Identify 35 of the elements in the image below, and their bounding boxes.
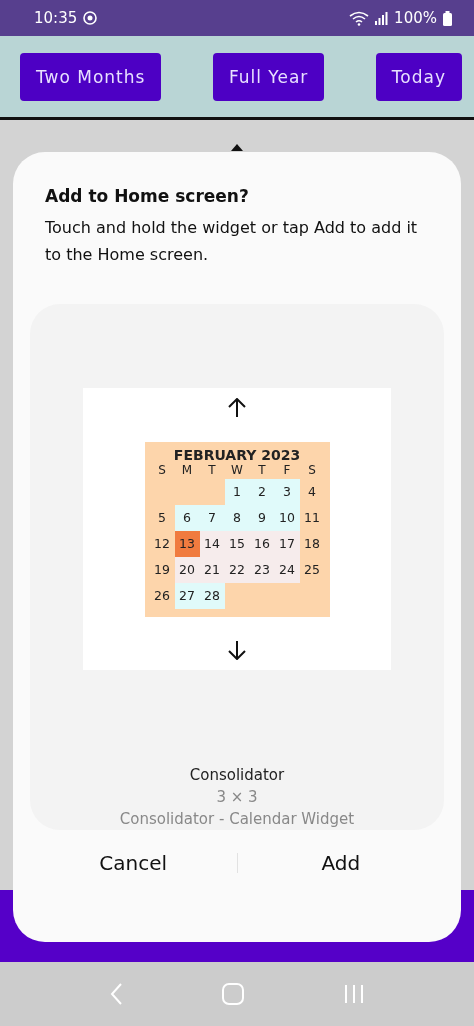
widget-preview[interactable]: FEBRUARY 2023 S M T W T F S 1 2 3 4 5 6 7 8 9 10 11 12 13 14 15 16 17 18 19 20 21 22 23 24 25 26 27 28	[83, 388, 391, 670]
target-icon	[83, 11, 98, 25]
day-cell: 7	[199, 504, 225, 531]
day-cell: 3	[274, 478, 300, 505]
add-button[interactable]: Add	[237, 843, 444, 883]
day-cell: 6	[174, 504, 200, 531]
weekday-label: T	[207, 462, 217, 479]
weekday-label: F	[282, 462, 292, 479]
wifi-icon	[349, 10, 370, 26]
day-cell: 1	[224, 478, 250, 505]
weekday-label: S	[157, 462, 167, 479]
weekday-label: W	[230, 462, 244, 479]
weekday-label: S	[307, 462, 317, 479]
arrow-up-icon	[228, 398, 246, 418]
weekday-label: T	[257, 462, 267, 479]
toolbar-button[interactable]: Two Months	[20, 52, 162, 101]
month-title: FEBRUARY 2023	[173, 446, 301, 463]
widget-size: 3 × 3	[216, 788, 258, 806]
dialog-message: Touch and hold the widget or tap Add to add it to the Home screen.	[44, 217, 419, 266]
arrow-down-icon	[228, 640, 246, 660]
toolbar-button[interactable]: Today	[375, 52, 462, 101]
recents-icon[interactable]	[344, 984, 364, 1004]
toolbar-button[interactable]: Full Year	[212, 52, 325, 101]
widget-name: Consolidator - Calendar Widget	[119, 810, 355, 828]
clock-time: 10:35	[34, 9, 78, 27]
battery-icon	[443, 10, 452, 26]
app-name: Consolidator	[189, 766, 285, 784]
day-cell: 2	[249, 478, 275, 505]
dialog-title: Add to Home screen?	[44, 186, 250, 206]
weekday-label: M	[180, 462, 194, 479]
home-icon[interactable]	[222, 983, 244, 1005]
back-icon[interactable]	[110, 983, 122, 1005]
signal-icon	[375, 11, 389, 25]
cancel-button[interactable]: Cancel	[30, 843, 237, 883]
battery-percent: 100%	[394, 9, 437, 27]
